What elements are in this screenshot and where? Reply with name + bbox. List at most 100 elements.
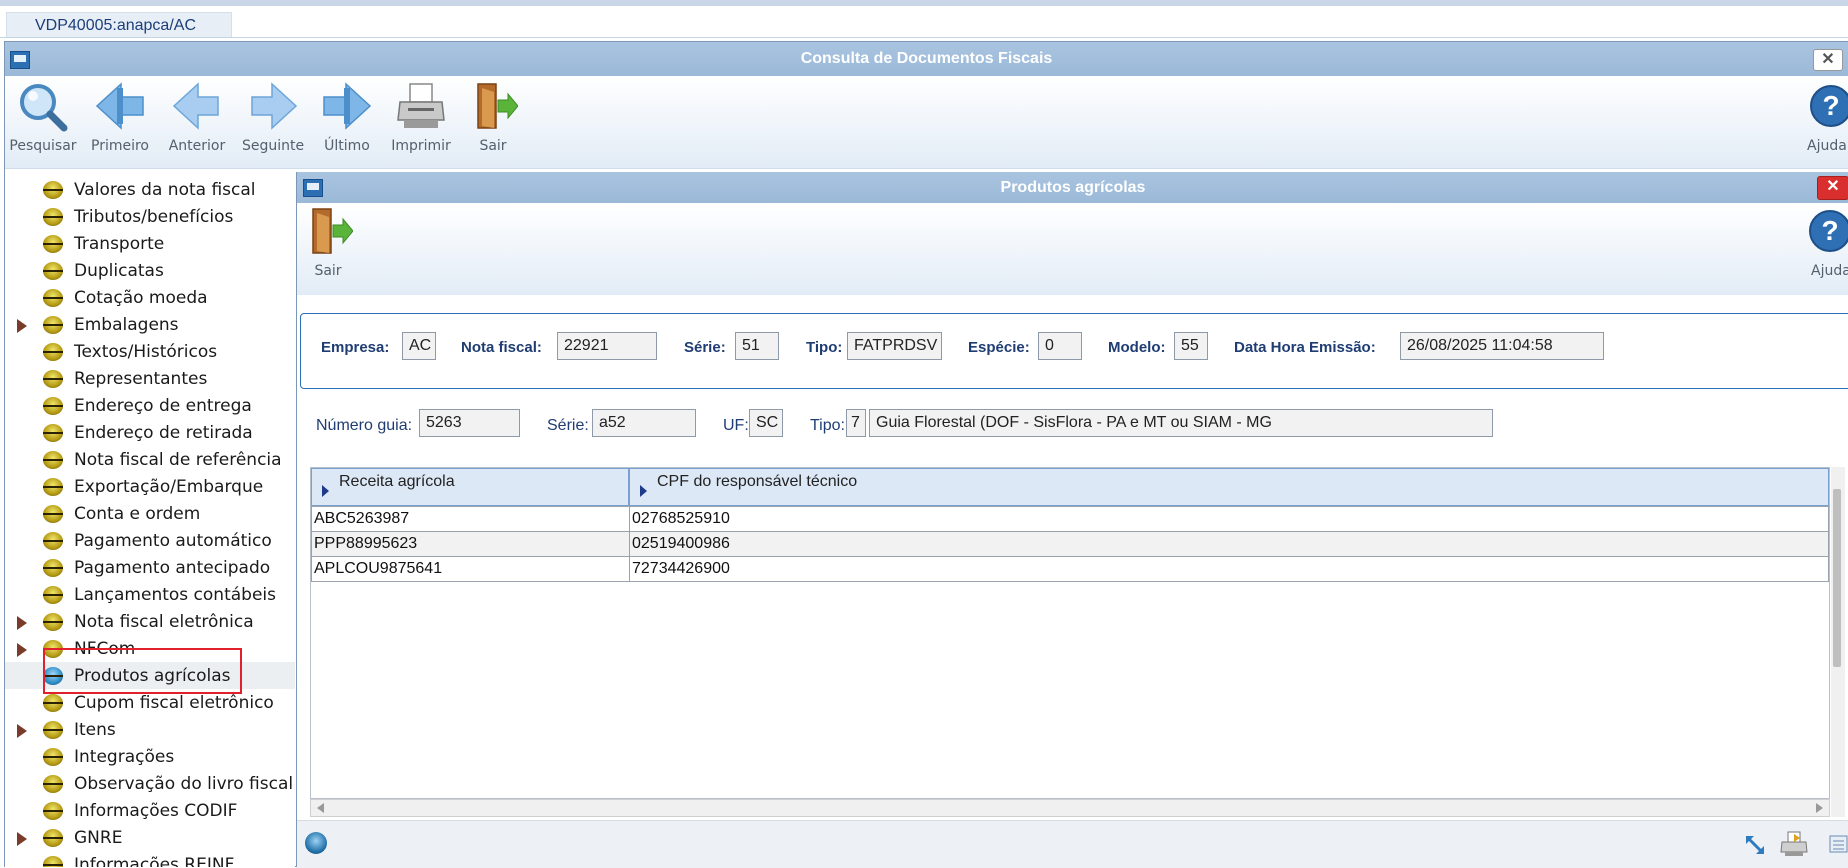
tree-item[interactable]: Representantes bbox=[5, 365, 295, 392]
serie-field[interactable]: 51 bbox=[735, 332, 779, 360]
vertical-scroll-thumb[interactable] bbox=[1833, 489, 1841, 667]
tree-item[interactable]: Duplicatas bbox=[5, 257, 295, 284]
imprimir-label: Imprimir bbox=[391, 138, 451, 154]
tree-item[interactable]: Itens bbox=[5, 716, 295, 743]
status-bar bbox=[297, 820, 1848, 868]
numero-guia-field[interactable]: 5263 bbox=[419, 409, 520, 437]
expand-triangle-icon[interactable] bbox=[17, 319, 27, 333]
tree-node-icon bbox=[43, 397, 63, 415]
tree-item-label: Cupom fiscal eletrônico bbox=[74, 693, 274, 713]
resize-arrows-icon[interactable] bbox=[1744, 834, 1766, 856]
ultimo-button[interactable]: Último bbox=[311, 82, 383, 166]
tree-item[interactable]: Nota fiscal de referência bbox=[5, 446, 295, 473]
status-globe-icon[interactable] bbox=[305, 832, 327, 854]
modelo-field[interactable]: 55 bbox=[1174, 332, 1208, 360]
tree-item[interactable]: Embalagens bbox=[5, 311, 295, 338]
imprimir-button[interactable]: Imprimir bbox=[385, 82, 457, 166]
column-header-cpf-label: CPF do responsável técnico bbox=[657, 473, 858, 490]
print-preview-icon[interactable] bbox=[1780, 830, 1808, 858]
tree-item[interactable]: Transporte bbox=[5, 230, 295, 257]
inner-sair-label: Sair bbox=[314, 263, 342, 279]
table-row-3-receita[interactable]: APLCOU9875641 bbox=[311, 556, 630, 582]
table-row-2-cpf[interactable]: 02519400986 bbox=[629, 531, 1829, 557]
tipo-field[interactable]: FATPRDSV bbox=[847, 332, 942, 360]
main-toolbar: Pesquisar Primeiro Anterior Seguinte Últ… bbox=[5, 76, 1848, 169]
tree-item[interactable]: Tributos/benefícios bbox=[5, 203, 295, 230]
main-window-title: Consulta de Documentos Fiscais bbox=[800, 50, 1053, 67]
inner-ajuda-button[interactable]: ? Ajuda bbox=[1803, 207, 1848, 291]
table-row-1-receita[interactable]: ABC5263987 bbox=[311, 506, 630, 532]
tree-item-label: Transporte bbox=[74, 234, 165, 254]
especie-field[interactable]: 0 bbox=[1038, 332, 1082, 360]
horizontal-scrollbar[interactable] bbox=[310, 799, 1830, 817]
inner-close-button[interactable]: ✕ bbox=[1817, 176, 1848, 200]
expand-triangle-icon[interactable] bbox=[17, 643, 27, 657]
guia-tipo-desc-field[interactable]: Guia Florestal (DOF - SisFlora - PA e MT… bbox=[869, 409, 1493, 437]
data-hora-field[interactable]: 26/08/2025 11:04:58 bbox=[1400, 332, 1604, 360]
vertical-scrollbar[interactable] bbox=[1831, 467, 1845, 817]
tree-node-icon bbox=[43, 316, 63, 334]
tree-node-icon bbox=[43, 829, 63, 847]
expand-triangle-icon[interactable] bbox=[17, 832, 27, 846]
tree-node-icon bbox=[43, 424, 63, 442]
tree-item-label: Endereço de retirada bbox=[74, 423, 253, 443]
primeiro-label: Primeiro bbox=[91, 138, 149, 154]
pesquisar-button[interactable]: Pesquisar bbox=[7, 82, 79, 166]
sair-label: Sair bbox=[479, 138, 507, 154]
tree-item[interactable]: GNRE bbox=[5, 824, 295, 851]
window-tab[interactable]: VDP40005:anapca/AC bbox=[6, 12, 232, 37]
tree-item[interactable]: Pagamento automático bbox=[5, 527, 295, 554]
tree-item[interactable]: Informações REINF bbox=[5, 851, 295, 867]
tree-item[interactable]: Observação do livro fiscal bbox=[5, 770, 295, 797]
navigation-tree: Valores da nota fiscal Tributos/benefício… bbox=[5, 176, 295, 867]
seguinte-button[interactable]: Seguinte bbox=[237, 82, 309, 166]
tree-node-icon bbox=[43, 532, 63, 550]
tree-item[interactable]: Textos/Históricos bbox=[5, 338, 295, 365]
tree-node-icon bbox=[43, 721, 63, 739]
tree-item[interactable]: Valores da nota fiscal bbox=[5, 176, 295, 203]
expand-triangle-icon[interactable] bbox=[17, 616, 27, 630]
uf-label: UF: bbox=[723, 417, 749, 434]
tree-item[interactable]: Endereço de retirada bbox=[5, 419, 295, 446]
tree-item[interactable]: Exportação/Embarque bbox=[5, 473, 295, 500]
main-title-bar: Consulta de Documentos Fiscais ✕ bbox=[5, 42, 1848, 76]
tree-item[interactable]: Endereço de entrega bbox=[5, 392, 295, 419]
tree-item[interactable]: Lançamentos contábeis bbox=[5, 581, 295, 608]
main-close-button[interactable]: ✕ bbox=[1813, 49, 1843, 71]
tree-item[interactable]: Cotação moeda bbox=[5, 284, 295, 311]
table-row-2-receita[interactable]: PPP88995623 bbox=[311, 531, 630, 557]
column-header-cpf[interactable]: CPF do responsável técnico bbox=[629, 468, 1829, 506]
ajuda-button[interactable]: ? Ajuda bbox=[1799, 82, 1848, 166]
help-icon: ? bbox=[1806, 207, 1848, 255]
tree-item[interactable]: Nota fiscal eletrônica bbox=[5, 608, 295, 635]
inner-sair-button[interactable]: Sair bbox=[297, 207, 359, 291]
anterior-button[interactable]: Anterior bbox=[161, 82, 233, 166]
nota-fiscal-field[interactable]: 22921 bbox=[557, 332, 657, 360]
tree-item[interactable]: Conta e ordem bbox=[5, 500, 295, 527]
printer-icon bbox=[396, 82, 446, 130]
window-icon bbox=[10, 51, 30, 69]
magnifier-icon bbox=[18, 82, 68, 132]
expand-triangle-icon[interactable] bbox=[17, 724, 27, 738]
tree-item[interactable]: Informações CODIF bbox=[5, 797, 295, 824]
uf-field[interactable]: SC bbox=[749, 409, 783, 437]
window-list-icon[interactable] bbox=[1827, 833, 1848, 855]
tree-node-icon bbox=[43, 613, 63, 631]
primeiro-button[interactable]: Primeiro bbox=[84, 82, 156, 166]
guia-serie-field[interactable]: a52 bbox=[592, 409, 696, 437]
table-row-3-cpf[interactable]: 72734426900 bbox=[629, 556, 1829, 582]
scroll-right-icon[interactable] bbox=[1816, 803, 1823, 813]
tree-item[interactable]: Integrações bbox=[5, 743, 295, 770]
inner-title-bar: Produtos agrícolas ✕ bbox=[297, 172, 1848, 203]
inner-ajuda-label: Ajuda bbox=[1811, 263, 1848, 279]
table-row-1-cpf[interactable]: 02768525910 bbox=[629, 506, 1829, 532]
column-header-receita[interactable]: Receita agrícola bbox=[311, 468, 629, 506]
tree-item[interactable]: Pagamento antecipado bbox=[5, 554, 295, 581]
sair-button[interactable]: Sair bbox=[457, 82, 529, 166]
help-icon: ? bbox=[1807, 82, 1848, 130]
scroll-left-icon[interactable] bbox=[317, 803, 324, 813]
empresa-field[interactable]: AC bbox=[402, 332, 436, 360]
produtos-agricolas-window: Produtos agrícolas ✕ Sair ? Ajuda Empres… bbox=[296, 172, 1848, 868]
guia-tipo-code-field[interactable]: 7 bbox=[846, 409, 866, 437]
tree-node-icon bbox=[43, 181, 63, 199]
